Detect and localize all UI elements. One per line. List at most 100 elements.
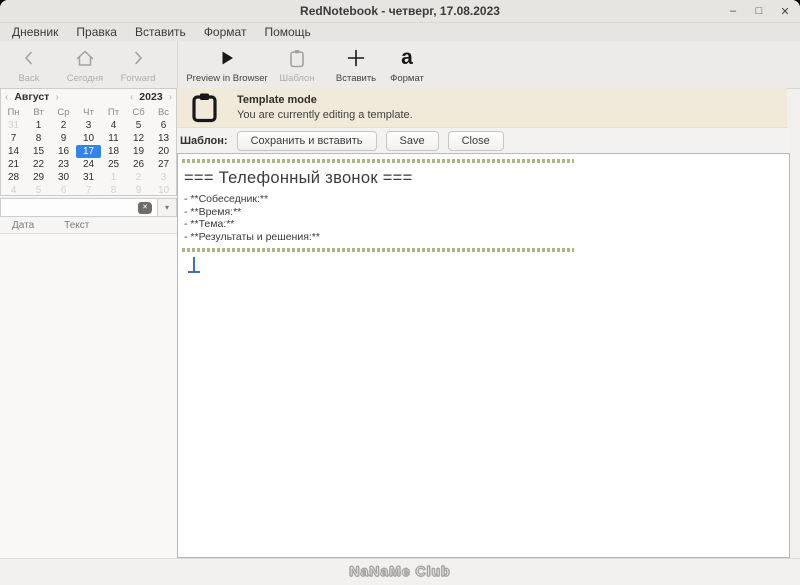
template-heading: === Телефонный звонок === bbox=[184, 169, 413, 187]
calendar-day[interactable]: 23 bbox=[51, 158, 76, 171]
window-title: RedNotebook - четверг, 17.08.2023 bbox=[300, 4, 500, 18]
left-panel: ‹ Август › ‹ 2023 › Пн Вт Ср Чт Пт Сб Вс… bbox=[0, 88, 177, 558]
template-line: - **Время:** bbox=[184, 205, 242, 218]
calendar-day[interactable]: 12 bbox=[126, 132, 151, 145]
calendar-day[interactable]: 9 bbox=[126, 184, 151, 197]
maximize-icon[interactable]: □ bbox=[746, 5, 772, 17]
calendar-day[interactable]: 4 bbox=[101, 119, 126, 132]
calendar-day[interactable]: 31 bbox=[1, 119, 26, 132]
calendar-day[interactable]: 31 bbox=[76, 171, 101, 184]
format-button[interactable]: a Формат bbox=[377, 46, 437, 85]
calendar-day[interactable]: 1 bbox=[26, 119, 51, 132]
search-input[interactable] bbox=[1, 201, 138, 214]
calendar-day[interactable]: 27 bbox=[151, 158, 176, 171]
calendar-day[interactable]: 13 bbox=[151, 132, 176, 145]
calendar-day[interactable]: 3 bbox=[76, 119, 101, 132]
editor-panel: Template mode You are currently editing … bbox=[177, 88, 791, 558]
calendar-day[interactable]: 21 bbox=[1, 158, 26, 171]
chevron-down-icon: ▾ bbox=[164, 203, 169, 212]
calendar-day[interactable]: 16 bbox=[51, 145, 76, 158]
template-editor[interactable]: === Телефонный звонок === - **Собеседник… bbox=[177, 153, 790, 558]
minimize-icon[interactable]: – bbox=[720, 5, 746, 17]
preview-in-browser-button[interactable]: Preview in Browser bbox=[172, 46, 282, 84]
template-line: - **Собеседник:** bbox=[184, 193, 269, 205]
format-label: Формат bbox=[390, 73, 424, 84]
calendar-day[interactable]: 20 bbox=[151, 145, 176, 158]
menu-format[interactable]: Формат bbox=[195, 23, 256, 41]
close-button[interactable]: Close bbox=[447, 130, 504, 151]
day-name: Пн bbox=[7, 106, 20, 118]
day-name: Сб bbox=[132, 106, 145, 118]
calendar-day[interactable]: 25 bbox=[101, 158, 126, 171]
menu-journal[interactable]: Дневник bbox=[3, 23, 67, 41]
column-header-text[interactable]: Текст bbox=[64, 220, 89, 231]
preview-label: Preview in Browser bbox=[186, 73, 268, 84]
next-month-icon[interactable]: › bbox=[51, 92, 62, 103]
template-line: - **Результаты и решения:** bbox=[184, 230, 320, 243]
calendar-day[interactable]: 2 bbox=[51, 119, 76, 132]
calendar-day[interactable]: 11 bbox=[101, 132, 126, 145]
prev-month-icon[interactable]: ‹ bbox=[1, 92, 12, 103]
save-button[interactable]: Save bbox=[385, 130, 439, 151]
save-and-insert-button[interactable]: Сохранить и вставить bbox=[236, 130, 377, 151]
calendar-day[interactable]: 6 bbox=[151, 119, 176, 132]
separator-line bbox=[182, 159, 574, 163]
next-year-icon[interactable]: › bbox=[165, 92, 176, 103]
search-dropdown-button[interactable]: ▾ bbox=[157, 199, 176, 216]
window-controls: – □ ✕ bbox=[720, 0, 798, 22]
menubar: Дневник Правка Вставить Формат Помощь bbox=[0, 23, 800, 41]
results-list-body[interactable] bbox=[0, 234, 177, 558]
calendar-day[interactable]: 7 bbox=[76, 184, 101, 197]
calendar-day[interactable]: 3 bbox=[151, 171, 176, 184]
text-cursor bbox=[187, 257, 201, 273]
calendar-day[interactable]: 29 bbox=[26, 171, 51, 184]
forward-label: Forward bbox=[120, 73, 156, 84]
calendar-day[interactable]: 1 bbox=[101, 171, 126, 184]
separator-line bbox=[182, 248, 574, 252]
calendar-day[interactable]: 7 bbox=[1, 132, 26, 145]
banner-subtitle: You are currently editing a template. bbox=[237, 109, 413, 121]
bottom-bar: NaNaMe Club bbox=[0, 558, 800, 585]
calendar-day[interactable]: 5 bbox=[26, 184, 51, 197]
clipboard-icon bbox=[267, 46, 327, 70]
calendar-day[interactable]: 30 bbox=[51, 171, 76, 184]
forward-button[interactable]: Forward bbox=[110, 46, 166, 84]
calendar-day[interactable]: 28 bbox=[1, 171, 26, 184]
menu-insert[interactable]: Вставить bbox=[126, 23, 195, 41]
calendar-day[interactable]: 19 bbox=[126, 145, 151, 158]
clear-search-icon[interactable]: ✕ bbox=[138, 201, 152, 214]
calendar-day[interactable]: 9 bbox=[51, 132, 76, 145]
day-name: Ср bbox=[57, 106, 70, 118]
calendar-day[interactable]: 10 bbox=[76, 132, 101, 145]
results-list-header: Дата Текст bbox=[0, 218, 177, 234]
day-name: Вс bbox=[157, 106, 170, 118]
column-header-date[interactable]: Дата bbox=[12, 220, 34, 231]
calendar-grid: 31 1 2 3 4 5 6 7 8 9 10 11 12 13 14 15 16 17 18 19 20 21 22 23 2… bbox=[1, 119, 176, 197]
calendar-day[interactable]: 5 bbox=[126, 119, 151, 132]
calendar-day[interactable]: 26 bbox=[126, 158, 151, 171]
calendar-day[interactable]: 10 bbox=[151, 184, 176, 197]
calendar-day[interactable]: 22 bbox=[26, 158, 51, 171]
close-icon[interactable]: ✕ bbox=[772, 5, 798, 18]
calendar-day[interactable]: 2 bbox=[126, 171, 151, 184]
calendar-day[interactable]: 24 bbox=[76, 158, 101, 171]
menu-help[interactable]: Помощь bbox=[255, 23, 319, 41]
menu-edit[interactable]: Правка bbox=[67, 23, 126, 41]
prev-year-icon[interactable]: ‹ bbox=[126, 92, 137, 103]
play-icon bbox=[172, 46, 282, 70]
calendar-day[interactable]: 6 bbox=[51, 184, 76, 197]
calendar-month-label: Август bbox=[14, 91, 50, 103]
calendar-day-selected[interactable]: 17 bbox=[76, 145, 101, 158]
calendar-day[interactable]: 14 bbox=[1, 145, 26, 158]
search-bar: ✕ ▾ bbox=[0, 198, 177, 217]
rednotebook-window: RedNotebook - четверг, 17.08.2023 – □ ✕ … bbox=[0, 0, 800, 585]
calendar-day[interactable]: 8 bbox=[101, 184, 126, 197]
toolbar: Back Сегодня Forward Preview in Browser … bbox=[0, 41, 800, 89]
template-button[interactable]: Шаблон bbox=[267, 46, 327, 84]
calendar: ‹ Август › ‹ 2023 › Пн Вт Ср Чт Пт Сб Вс… bbox=[0, 88, 177, 196]
calendar-day[interactable]: 18 bbox=[101, 145, 126, 158]
calendar-day[interactable]: 8 bbox=[26, 132, 51, 145]
calendar-day[interactable]: 4 bbox=[1, 184, 26, 197]
calendar-day[interactable]: 15 bbox=[26, 145, 51, 158]
watermark: NaNaMe Club bbox=[349, 563, 451, 580]
